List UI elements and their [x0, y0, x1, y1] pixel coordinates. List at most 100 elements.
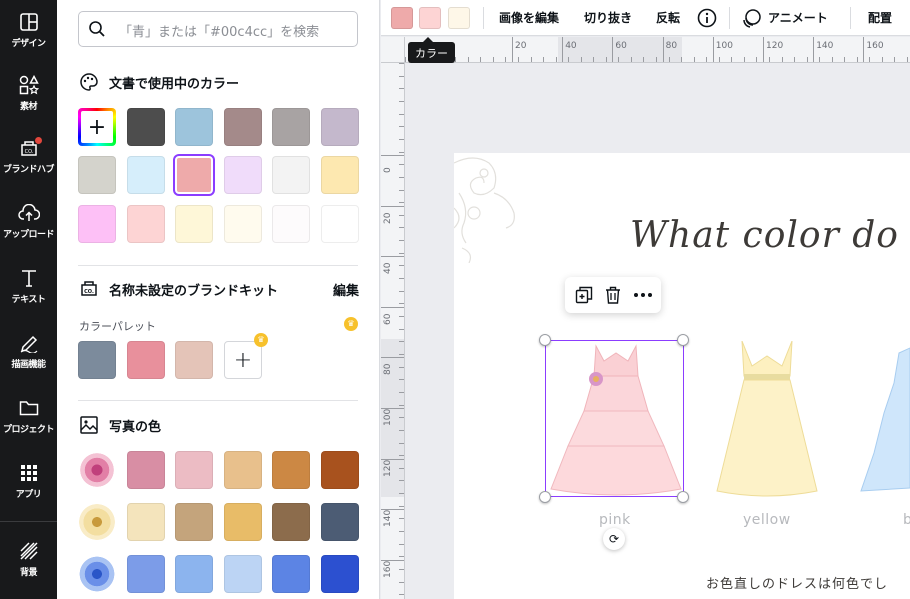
- toolbar-color-swatch[interactable]: [448, 7, 470, 29]
- ruler-minor-tick: [399, 164, 404, 166]
- ruler-minor-tick: [399, 543, 404, 545]
- photo-color-swatch[interactable]: [224, 451, 262, 489]
- color-search-input[interactable]: 「青」または「#00c4cc」を検索: [78, 11, 358, 47]
- rail-item-background[interactable]: 背景: [0, 531, 57, 587]
- photo-color-swatch[interactable]: [175, 451, 213, 489]
- doc-color-swatch[interactable]: [224, 205, 262, 243]
- rail-item-draw[interactable]: 描画機能: [0, 323, 57, 379]
- doc-color-swatch[interactable]: [175, 108, 213, 146]
- dress-label-blue[interactable]: b: [903, 512, 910, 528]
- ruler-minor-tick: [399, 569, 404, 570]
- ruler-minor-tick: [555, 57, 557, 62]
- ruler-minor-tick: [399, 442, 404, 444]
- doc-color-swatch[interactable]: [78, 205, 116, 243]
- rail-item-label: アップロード: [2, 230, 55, 240]
- photo-color-swatch[interactable]: [272, 451, 310, 489]
- flip-button[interactable]: 反転: [656, 9, 680, 26]
- brand-kit-edit-link[interactable]: 編集: [333, 280, 359, 299]
- rail-item-upload[interactable]: アップロード: [0, 193, 57, 249]
- svg-text:CO.: CO.: [84, 289, 94, 295]
- brand-color-swatch[interactable]: [78, 341, 116, 379]
- photo-color-swatch[interactable]: [175, 503, 213, 541]
- brand-color-swatch[interactable]: [127, 341, 165, 379]
- resize-handle[interactable]: [677, 491, 689, 503]
- ruler-minor-tick: [768, 57, 770, 62]
- doc-color-swatch[interactable]: [127, 205, 165, 243]
- ruler-tick: [381, 306, 404, 308]
- doc-color-swatch[interactable]: [272, 205, 310, 243]
- duplicate-icon[interactable]: [574, 285, 594, 305]
- horizontal-ruler: 20 40 60 80 100 120 140 160: [405, 37, 910, 63]
- photo-color-swatch[interactable]: [224, 555, 262, 593]
- blue-dress-image[interactable]: [859, 343, 910, 497]
- trash-icon[interactable]: [603, 285, 623, 305]
- add-color-button[interactable]: +: [78, 108, 116, 146]
- page-body-text[interactable]: お色直しのドレスは何色でし: [706, 573, 888, 592]
- toolbar-color-swatch[interactable]: [419, 7, 441, 29]
- ruler-minor-tick: [656, 57, 657, 62]
- position-button[interactable]: 配置: [868, 9, 892, 26]
- selection-box[interactable]: [545, 340, 684, 497]
- edit-image-button[interactable]: 画像を編集: [499, 9, 559, 26]
- photo-color-swatch[interactable]: [224, 503, 262, 541]
- ruler-minor-tick: [743, 57, 745, 62]
- yellow-dress-image[interactable]: [712, 340, 822, 501]
- photo-color-swatch[interactable]: [127, 503, 165, 541]
- ruler-number: 20: [383, 212, 393, 224]
- rail-item-brand-hub[interactable]: CO. ブランドハブ: [0, 128, 57, 184]
- crop-button[interactable]: 切り抜き: [584, 9, 632, 26]
- dress-label-yellow[interactable]: yellow: [743, 512, 791, 528]
- resize-handle[interactable]: [677, 334, 689, 346]
- doc-color-swatch[interactable]: [224, 108, 262, 146]
- doc-color-swatch[interactable]: [175, 205, 213, 243]
- photo-color-swatch[interactable]: [127, 555, 165, 593]
- ruler-number: 160: [383, 560, 393, 578]
- ruler-number: 80: [665, 41, 678, 51]
- doc-color-swatch[interactable]: [321, 108, 359, 146]
- page-title-text[interactable]: What color do you: [630, 215, 910, 256]
- yellow-flower-thumbnail: [78, 503, 116, 541]
- photo-color-swatch[interactable]: [321, 451, 359, 489]
- toolbar-divider: [483, 7, 484, 29]
- ruler-minor-tick: [399, 404, 404, 406]
- doc-color-swatch[interactable]: [78, 156, 116, 194]
- brand-color-swatch[interactable]: [175, 341, 213, 379]
- doc-color-swatch[interactable]: [224, 156, 262, 194]
- doc-color-swatch[interactable]: [127, 156, 165, 194]
- photo-color-swatch[interactable]: [321, 555, 359, 593]
- color-tooltip: カラー: [408, 37, 455, 63]
- doc-color-swatch[interactable]: [321, 156, 359, 194]
- rail-item-design[interactable]: デザイン: [0, 2, 57, 58]
- rail-item-label: テキスト: [11, 295, 46, 305]
- ruler-minor-tick: [869, 57, 871, 62]
- ruler-minor-tick: [844, 57, 846, 62]
- photo-color-swatch[interactable]: [175, 555, 213, 593]
- more-options-icon[interactable]: [633, 285, 653, 305]
- rail-item-text[interactable]: テキスト: [0, 258, 57, 314]
- photo-color-swatch[interactable]: [127, 451, 165, 489]
- rail-item-projects[interactable]: プロジェクト: [0, 388, 57, 444]
- doc-color-swatch[interactable]: [127, 108, 165, 146]
- photo-color-swatch[interactable]: [272, 555, 310, 593]
- doc-color-swatch[interactable]: [321, 205, 359, 243]
- rail-item-label: 素材: [19, 102, 38, 112]
- ruler-minor-tick: [480, 57, 482, 62]
- rail-item-apps[interactable]: アプリ: [0, 453, 57, 509]
- doc-color-swatch[interactable]: [272, 108, 310, 146]
- info-icon[interactable]: [697, 8, 717, 32]
- add-brand-color-button[interactable]: +: [224, 341, 262, 379]
- doc-color-swatch[interactable]: [175, 156, 213, 194]
- rotate-handle[interactable]: ⟳: [603, 528, 625, 550]
- dress-label-pink[interactable]: pink: [599, 512, 631, 528]
- photo-color-swatch[interactable]: [272, 503, 310, 541]
- ruler-minor-tick: [543, 57, 545, 62]
- resize-handle[interactable]: [539, 491, 551, 503]
- animate-button[interactable]: アニメート: [768, 9, 828, 26]
- toolbar-color-swatch[interactable]: [391, 7, 413, 29]
- resize-handle[interactable]: [539, 334, 551, 346]
- doc-color-swatch[interactable]: [272, 156, 310, 194]
- photo-color-swatch[interactable]: [321, 503, 359, 541]
- rail-item-elements[interactable]: 素材: [0, 65, 57, 121]
- ruler-minor-tick: [731, 57, 733, 62]
- rail-item-label: 描画機能: [11, 360, 46, 370]
